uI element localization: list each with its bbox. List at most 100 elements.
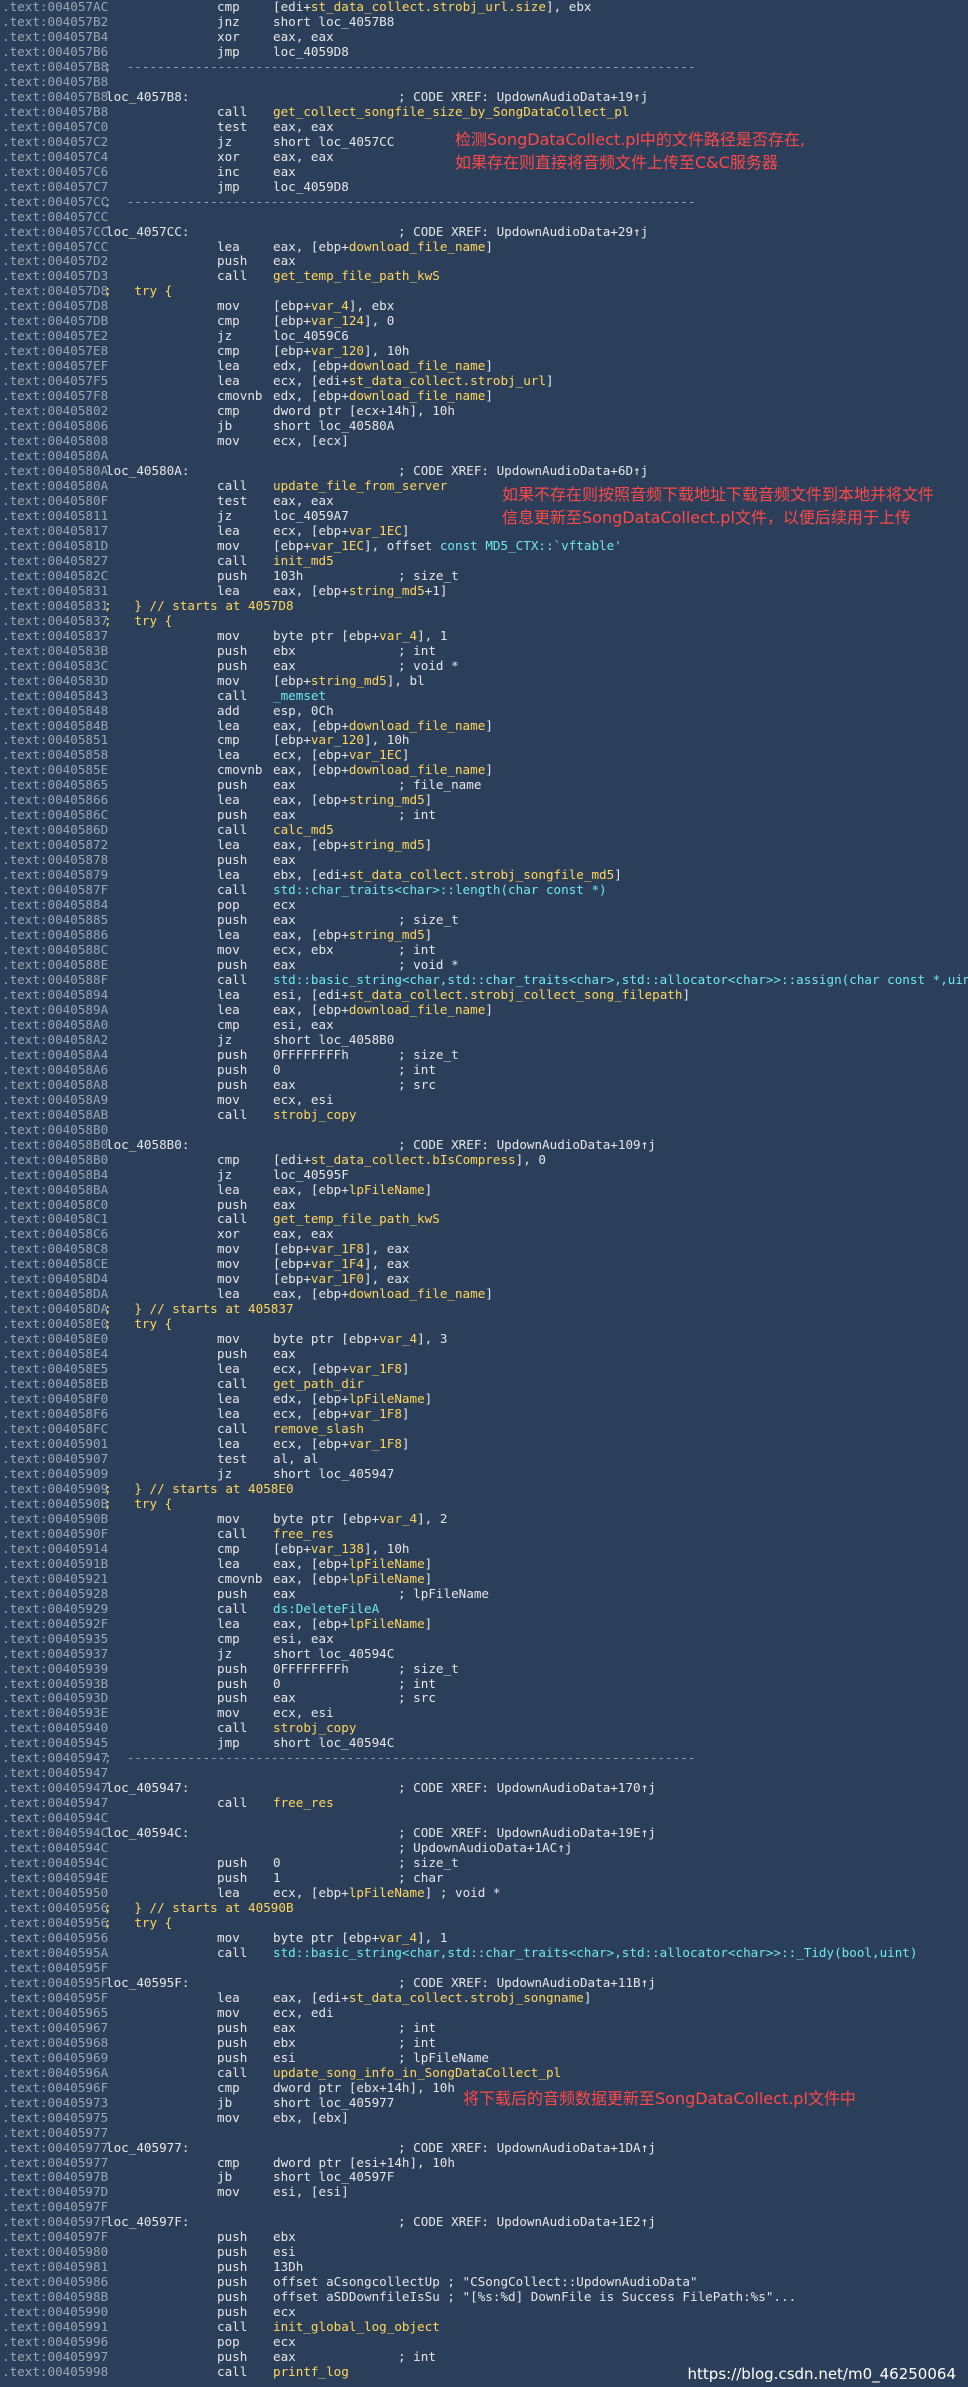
operands[interactable]: [edi+st_data_collect.strobj_url.size], e… [273,0,591,15]
operands[interactable]: eax [273,1586,296,1602]
operands[interactable]: ecx [273,2334,296,2350]
operands[interactable]: eax [273,852,296,868]
operands[interactable]: eax [273,1346,296,1362]
operands[interactable]: eax [273,912,296,928]
operands[interactable]: esi, eax [273,1631,334,1647]
operands[interactable]: esi [273,2050,296,2066]
operands[interactable]: eax, eax [273,149,334,165]
operands[interactable]: calc_md5 [273,822,334,838]
operands[interactable]: byte ptr [ebp+var_4], 1 [273,628,447,644]
operands[interactable]: dword ptr [esi+14h], 10h [273,2155,455,2171]
operands[interactable]: get_path_dir [273,1376,364,1392]
operands[interactable]: eax [273,957,296,973]
operands[interactable]: ebx [273,643,296,659]
operands[interactable]: eax, eax [273,29,334,45]
operands[interactable]: eax, [ebp+string_md5] [273,927,432,943]
operands[interactable]: 103h [273,568,303,584]
operands[interactable]: ecx, [ebp+var_1F8] [273,1406,410,1422]
operands[interactable]: al, al [273,1451,319,1467]
operands[interactable]: 0 [273,1062,281,1078]
operands[interactable]: eax, [ebp+string_md5+1] [273,583,447,599]
operands[interactable]: eax, [ebp+download_file_name] [273,239,493,255]
operands[interactable]: eax [273,807,296,823]
operands[interactable]: edx, [ebp+lpFileName] [273,1391,432,1407]
operands[interactable]: eax, eax [273,493,334,509]
operands[interactable]: ecx, [ecx] [273,433,349,449]
operands[interactable]: short loc_40580A [273,418,394,434]
operands[interactable]: ecx, esi [273,1092,334,1108]
operands[interactable]: [ebp+var_1F8], eax [273,1241,410,1257]
operands[interactable]: ebx [273,2035,296,2051]
operands[interactable]: eax, [ebp+lpFileName] [273,1571,432,1587]
operands[interactable]: byte ptr [ebp+var_4], 2 [273,1511,447,1527]
operands[interactable]: short loc_405977 [273,2095,394,2111]
operands[interactable]: loc_4059A7 [273,508,349,524]
operands[interactable]: byte ptr [ebp+var_4], 3 [273,1331,447,1347]
operands[interactable]: eax, [ebp+lpFileName] [273,1556,432,1572]
operands[interactable]: ebx, [ebx] [273,2110,349,2126]
operands[interactable]: init_global_log_object [273,2319,440,2335]
operands[interactable]: remove_slash [273,1421,364,1437]
operands[interactable]: get_temp_file_path_kwS [273,1211,440,1227]
operands[interactable]: [ebp+var_1F4], eax [273,1256,410,1272]
operands[interactable]: eax [273,1077,296,1093]
operands[interactable]: _memset [273,688,326,704]
operands[interactable]: eax, [ebp+lpFileName] [273,1182,432,1198]
operands[interactable]: short loc_40594C [273,1735,394,1751]
operands[interactable]: eax, [ebp+string_md5] [273,837,432,853]
operands[interactable]: 0 [273,1855,281,1871]
operands[interactable]: 1 [273,1870,281,1886]
operands[interactable]: free_res [273,1526,334,1542]
operands[interactable]: eax, eax [273,119,334,135]
operands[interactable]: ebx, [edi+st_data_collect.strobj_songfil… [273,867,622,883]
operands[interactable]: eax, [ebp+string_md5] [273,792,432,808]
operands[interactable]: [ebp+string_md5], bl [273,673,425,689]
operands[interactable]: ecx, edi [273,2005,334,2021]
operands[interactable]: update_file_from_server [273,478,447,494]
operands[interactable]: free_res [273,1795,334,1811]
code-label[interactable]: loc_4057B8: [106,89,189,104]
operands[interactable]: eax [273,2020,296,2036]
operands[interactable]: [ebp+var_120], 10h [273,732,410,748]
operands[interactable]: eax, [ebp+download_file_name] [273,718,493,734]
operands[interactable]: ecx, esi [273,1705,334,1721]
operands[interactable]: dword ptr [ecx+14h], 10h [273,403,455,419]
operands[interactable]: [ebp+var_1F0], eax [273,1271,410,1287]
operands[interactable]: esi, [esi] [273,2184,349,2200]
operands[interactable]: dword ptr [ebx+14h], 10h [273,2080,455,2096]
operands[interactable]: loc_4059D8 [273,179,349,195]
operands[interactable]: ecx, ebx [273,942,334,958]
operands[interactable]: eax [273,2349,296,2365]
operands[interactable]: short loc_4057B8 [273,14,394,30]
operands[interactable]: ecx, [ebp+var_1F8] [273,1436,410,1452]
code-label[interactable]: loc_405977: [106,2140,189,2155]
code-label[interactable]: loc_405947: [106,1780,189,1795]
operands[interactable]: eax, [ebp+download_file_name] [273,762,493,778]
operands[interactable]: get_temp_file_path_kwS [273,268,440,284]
operands[interactable]: eax, [ebp+lpFileName] [273,1616,432,1632]
operands[interactable]: esi, [edi+st_data_collect.strobj_collect… [273,987,690,1003]
operands[interactable]: 0FFFFFFFFh [273,1047,349,1063]
operands[interactable]: ecx, [ebp+var_1F8] [273,1361,410,1377]
operands[interactable]: edx, [ebp+download_file_name] [273,388,493,404]
operands[interactable]: eax [273,1690,296,1706]
operands[interactable]: loc_4059C6 [273,328,349,344]
operands[interactable]: eax, [ebp+download_file_name] [273,1002,493,1018]
operands[interactable]: eax [273,658,296,674]
operands[interactable]: ecx, [ebp+var_1EC] [273,747,410,763]
operands[interactable]: std::basic_string<char,std::char_traits<… [273,972,968,988]
operands[interactable]: short loc_4057CC [273,134,394,150]
operands[interactable]: [ebp+var_138], 10h [273,1541,410,1557]
code-label[interactable]: loc_40595F: [106,1975,189,1990]
operands[interactable]: eax, [ebp+download_file_name] [273,1286,493,1302]
operands[interactable]: short loc_405947 [273,1466,394,1482]
operands[interactable]: esi, eax [273,1017,334,1033]
operands[interactable]: [ebp+var_1EC], offset const MD5_CTX::`vf… [273,538,622,554]
operands[interactable]: std::basic_string<char,std::char_traits<… [273,1945,917,1961]
code-label[interactable]: loc_40594C: [106,1825,189,1840]
code-label[interactable]: loc_4057CC: [106,224,189,239]
operands[interactable]: loc_4059D8 [273,44,349,60]
operands[interactable]: eax [273,253,296,269]
code-label[interactable]: loc_4058B0: [106,1137,189,1152]
operands[interactable]: ecx, [ebp+var_1EC] [273,523,410,539]
